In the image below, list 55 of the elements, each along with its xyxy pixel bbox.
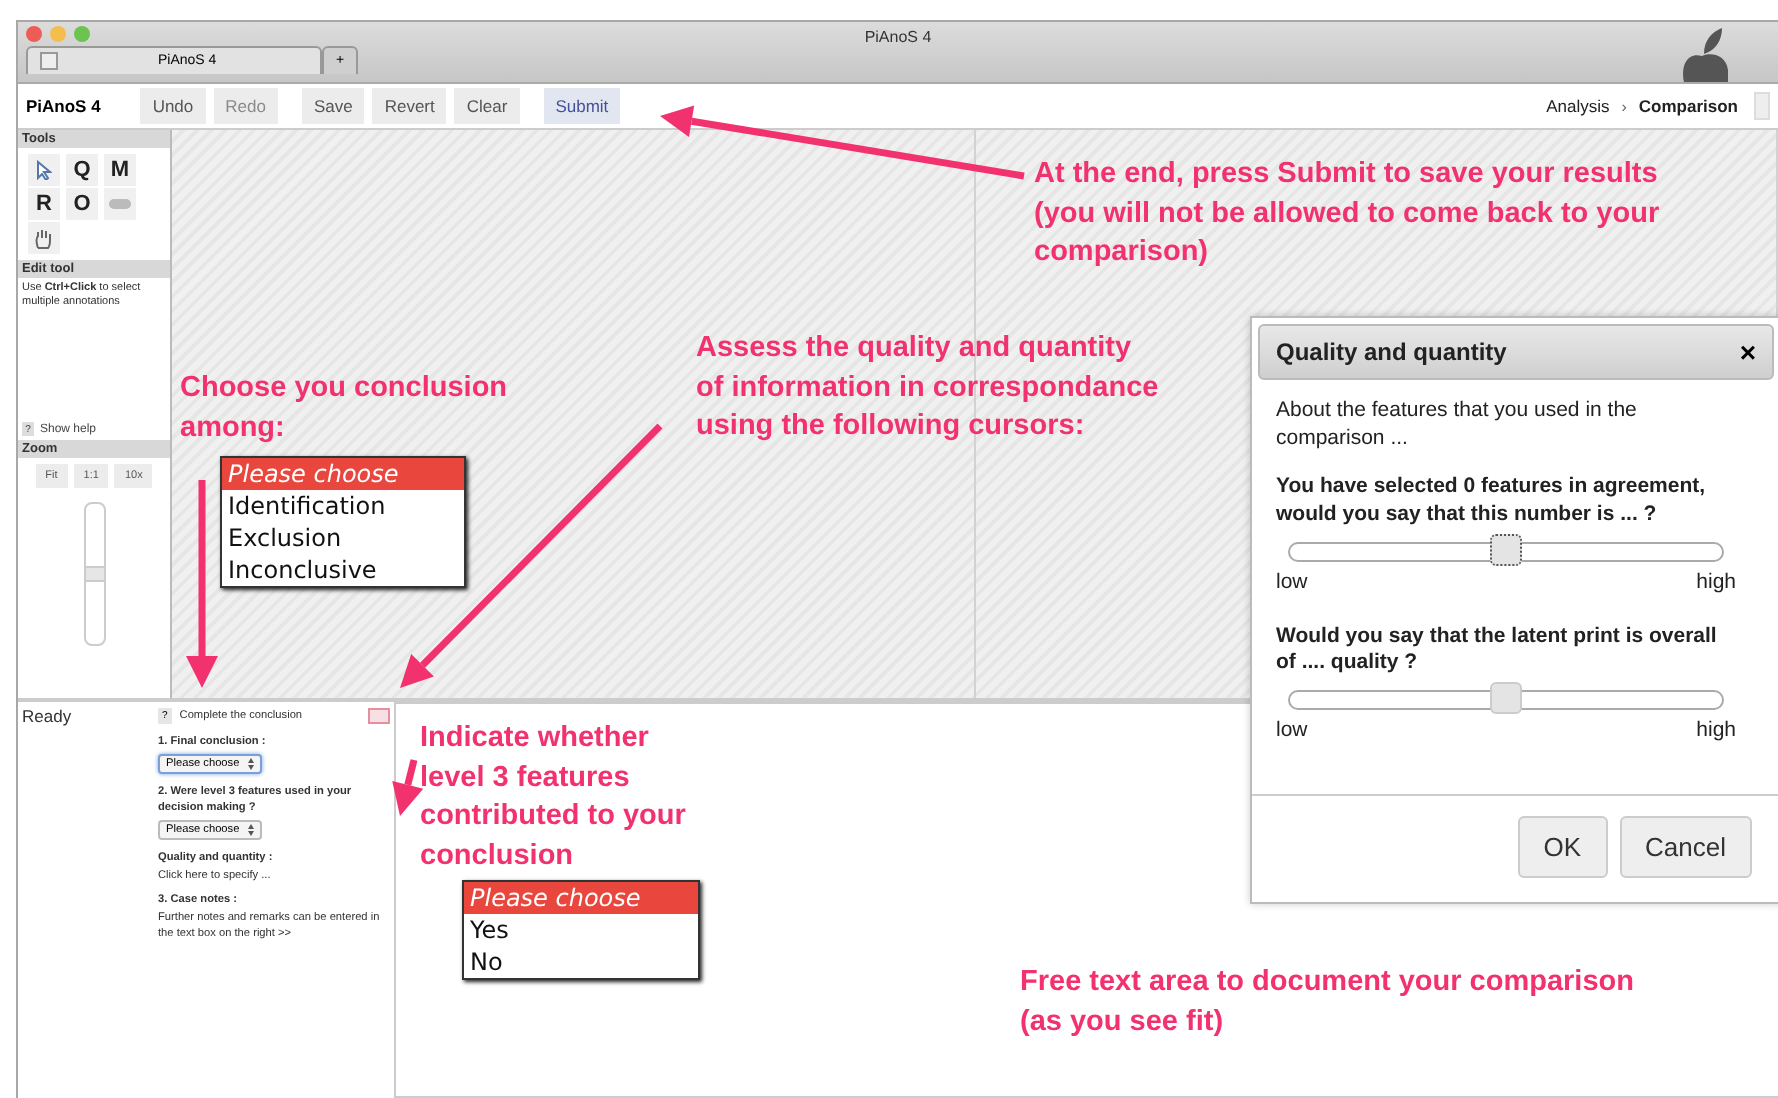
annotation-text: At the end, press Submit to save your results (you will not be allowed to come back to your comparison) <box>1034 156 1660 272</box>
ellipse-tool[interactable] <box>104 188 136 220</box>
panel-icon[interactable] <box>368 708 390 724</box>
zoom-slider[interactable] <box>83 502 105 646</box>
slider-thumb[interactable] <box>1490 533 1522 566</box>
max-label: high <box>1696 717 1736 742</box>
toolbar-button[interactable]: Submit <box>543 88 621 124</box>
annotation-text: Choose you conclusion among: <box>180 370 508 447</box>
toolbar-button[interactable]: Revert <box>372 88 447 124</box>
min-label: low <box>1276 717 1308 742</box>
annotation-text: Indicate whether level 3 features contributed to your conclusion <box>420 720 686 875</box>
max-label: high <box>1696 569 1736 594</box>
tool-button[interactable]: Q <box>66 154 98 186</box>
status-text: Ready <box>20 704 74 730</box>
updown-icon <box>247 758 254 771</box>
tool-button[interactable]: M <box>104 154 136 186</box>
breadcrumb-separator: › <box>1621 97 1627 115</box>
min-label: low <box>1276 569 1308 594</box>
dropdown-option[interactable]: No <box>464 946 698 978</box>
toolbar-button[interactable]: Undo <box>140 88 206 124</box>
tool-button[interactable]: R <box>28 188 60 220</box>
dropdown-option[interactable]: Inconclusive <box>222 554 464 586</box>
toolbar-button[interactable]: Clear <box>454 88 520 124</box>
dropdown-option[interactable]: Exclusion <box>222 522 464 554</box>
minimize-light[interactable] <box>50 26 66 42</box>
breadcrumb-item[interactable]: Comparison <box>1638 96 1738 116</box>
app-name: PiAnoS 4 <box>26 96 101 116</box>
question-text: You have selected 0 features in agreement, would you say that this number is ... ? <box>1276 474 1708 530</box>
dropdown-option[interactable]: Please choose <box>222 458 464 490</box>
dropdown-option[interactable]: Please choose <box>464 882 698 914</box>
dropdown-option[interactable]: Yes <box>464 914 698 946</box>
pill-icon <box>108 198 132 210</box>
breadcrumb-item[interactable]: Analysis <box>1546 96 1610 116</box>
annotation-text: Free text area to document your comparison (as you see fit) <box>1020 964 1634 1041</box>
tool-button[interactable]: O <box>66 188 98 220</box>
close-light[interactable] <box>26 26 42 42</box>
toolbar-control[interactable] <box>1754 92 1770 120</box>
pointer-tool[interactable] <box>28 154 60 186</box>
hand-icon <box>34 227 54 249</box>
updown-icon <box>247 823 254 836</box>
close-button[interactable]: × <box>1739 336 1756 368</box>
arrow <box>392 759 424 816</box>
dialog-button[interactable]: Cancel <box>1619 816 1752 878</box>
window-title: PiAnoS 4 <box>864 26 932 50</box>
hand-tool[interactable] <box>28 222 60 254</box>
annotation-text: Assess the quality and quantity of information in correspondance using the following cursors: <box>696 330 1159 446</box>
dialog-button[interactable]: OK <box>1517 816 1608 878</box>
dropdown-option[interactable]: Identification <box>222 490 464 522</box>
question-text: Would you say that the latent print is overall of .... quality ? <box>1276 623 1719 678</box>
dialog-title: Quality and quantity <box>1276 338 1507 366</box>
zoom-light[interactable] <box>74 26 90 42</box>
dialog-text: About the features that you used in the comparison ... <box>1276 398 1639 453</box>
pointer-icon <box>36 160 52 180</box>
toolbar-button[interactable]: Save <box>301 88 365 124</box>
checkbox-icon <box>40 52 58 70</box>
